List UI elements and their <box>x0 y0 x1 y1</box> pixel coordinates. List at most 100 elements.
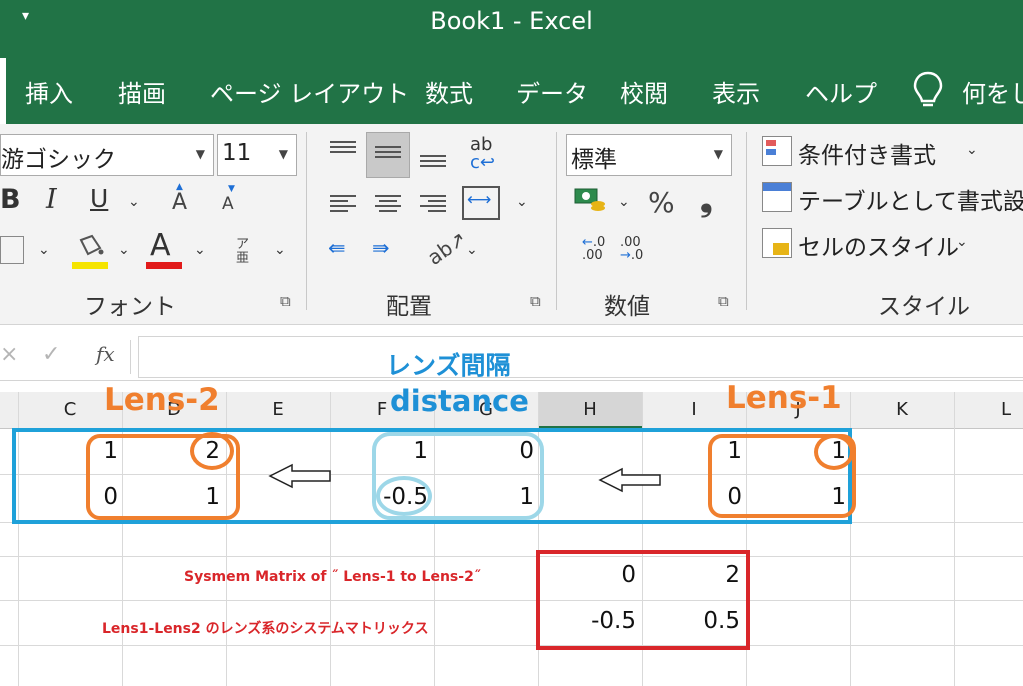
tab-page-layout[interactable]: ページ レイアウト <box>210 74 409 109</box>
decrease-decimal-button[interactable]: .00 →.0 <box>620 236 650 262</box>
grow-font-button[interactable]: A <box>172 190 187 215</box>
column-header-k[interactable]: K <box>850 392 954 428</box>
insert-function-button[interactable]: fx <box>96 342 115 366</box>
percent-style-button[interactable]: % <box>648 186 675 219</box>
dialog-launcher-icon[interactable]: ⧉ <box>280 292 291 310</box>
merge-center-icon[interactable]: ⟷ <box>462 186 500 220</box>
font-name-box[interactable]: 游ゴシック ▼ <box>0 134 214 176</box>
increase-indent-icon[interactable]: ⇛ <box>372 236 390 260</box>
column-header-l[interactable]: L <box>954 392 1023 428</box>
tab-draw[interactable]: 描画 <box>118 74 166 109</box>
cell-h-system-r2[interactable]: -0.5 <box>574 608 636 634</box>
number-format-box[interactable]: 標準 ▼ <box>566 134 732 176</box>
align-right-icon[interactable] <box>420 192 446 215</box>
format-as-table-button[interactable]: テーブルとして書式設 <box>798 182 1023 216</box>
cell-i-system-r1[interactable]: 2 <box>680 562 740 588</box>
cell-j-lens1-r2[interactable]: 1 <box>808 484 846 510</box>
chevron-down-icon[interactable]: ⌄ <box>194 242 206 258</box>
cell-i-lens1-r1[interactable]: 1 <box>706 438 742 464</box>
cell-g-distance-r1[interactable]: 0 <box>486 438 534 464</box>
chevron-down-icon[interactable]: ⌄ <box>466 242 478 258</box>
chevron-down-icon[interactable]: ⌄ <box>128 194 140 210</box>
font-size-box[interactable]: 11 ▼ <box>217 134 297 176</box>
chevron-down-icon[interactable]: ▼ <box>196 147 205 161</box>
underline-button[interactable]: U <box>90 184 108 213</box>
chevron-down-icon[interactable]: ▼ <box>279 147 288 161</box>
format-as-table-icon[interactable] <box>762 182 792 212</box>
cell-j-lens1-r1[interactable]: 1 <box>808 438 846 464</box>
chevron-down-icon[interactable]: ⌄ <box>274 242 286 258</box>
tab-view[interactable]: 表示 <box>712 74 760 109</box>
font-name-value: 游ゴシック <box>1 147 116 173</box>
decrease-indent-icon[interactable]: ⇚ <box>328 236 346 260</box>
grow-arrow-icon: ▲ <box>176 182 183 192</box>
font-color-swatch <box>146 262 182 269</box>
cell-f-distance-r2[interactable]: -0.5 <box>374 484 428 510</box>
tab-review[interactable]: 校閲 <box>620 74 668 109</box>
font-color-button[interactable]: A <box>150 228 171 263</box>
cell-h-system-r1[interactable]: 0 <box>574 562 636 588</box>
cell-d-lens2-r2[interactable]: 1 <box>186 484 220 510</box>
grid-line <box>954 392 955 686</box>
tab-data[interactable]: データ <box>516 74 588 109</box>
system-matrix-caption-jp: Lens1-Lens2 のレンズ系のシステムマトリックス <box>102 621 429 637</box>
tell-me-box[interactable]: 何をし <box>962 74 1023 109</box>
chevron-down-icon[interactable]: ⌄ <box>966 142 978 158</box>
grid-line <box>0 556 1023 557</box>
lens1-label: Lens-1 <box>726 380 842 416</box>
column-header-h[interactable]: H <box>538 392 642 428</box>
tab-insert[interactable]: 挿入 <box>25 74 73 109</box>
number-format-value: 標準 <box>571 147 617 173</box>
chevron-down-icon[interactable]: ⌄ <box>956 234 968 250</box>
tab-formulas[interactable]: 数式 <box>425 74 473 109</box>
cell-c-lens2-r2[interactable]: 0 <box>84 484 118 510</box>
align-center-icon[interactable] <box>375 192 401 215</box>
chevron-down-icon[interactable]: ⌄ <box>516 194 528 210</box>
align-left-icon[interactable] <box>330 192 356 215</box>
group-separator <box>746 132 747 310</box>
formula-input[interactable] <box>138 336 1023 378</box>
cell-d-lens2-r1[interactable]: 2 <box>186 438 220 464</box>
dialog-launcher-icon[interactable]: ⧉ <box>530 292 541 310</box>
grid-line <box>0 600 1023 601</box>
shrink-font-button[interactable]: A <box>222 194 234 214</box>
enter-icon[interactable]: ✓ <box>42 342 60 367</box>
lightbulb-icon[interactable] <box>912 70 944 110</box>
phonetic-button[interactable]: ア亜 <box>236 238 252 266</box>
group-separator <box>556 132 557 310</box>
cancel-icon[interactable]: × <box>0 342 18 367</box>
system-matrix-caption-en: Sysmem Matrix of ˝ Lens-1 to Lens-2˝ <box>184 569 481 585</box>
grid-line <box>0 645 1023 646</box>
distance-label-jp: レンズ間隔 <box>386 351 511 380</box>
chevron-down-icon[interactable]: ⌄ <box>118 242 130 258</box>
group-separator <box>306 132 307 310</box>
group-label-number: 数値 <box>604 294 650 320</box>
tab-help[interactable]: ヘルプ <box>805 74 877 109</box>
increase-decimal-button[interactable]: ←.0.00 <box>582 236 606 262</box>
fill-color-icon[interactable] <box>72 232 108 270</box>
dialog-launcher-icon[interactable]: ⧉ <box>718 292 729 310</box>
conditional-format-icon[interactable] <box>762 136 792 166</box>
cell-styles-icon[interactable] <box>762 228 792 258</box>
wrap-arrow-icon: c↩ <box>470 152 495 173</box>
chevron-down-icon[interactable]: ▼ <box>714 147 723 161</box>
cell-styles-button[interactable]: セルのスタイル <box>798 228 959 262</box>
bold-button[interactable]: B <box>0 184 21 215</box>
cell-c-lens2-r1[interactable]: 1 <box>84 438 118 464</box>
chevron-down-icon[interactable]: ⌄ <box>618 194 630 210</box>
chevron-down-icon[interactable]: ⌄ <box>38 242 50 258</box>
cell-g-distance-r2[interactable]: 1 <box>486 484 534 510</box>
accounting-format-icon[interactable] <box>574 186 606 214</box>
cell-i-lens1-r2[interactable]: 0 <box>706 484 742 510</box>
cell-i-system-r2[interactable]: 0.5 <box>680 608 740 634</box>
borders-icon[interactable] <box>0 236 24 264</box>
align-top-icon[interactable] <box>330 138 356 156</box>
italic-button[interactable]: I <box>46 184 57 215</box>
cell-f-distance-r1[interactable]: 1 <box>380 438 428 464</box>
comma-style-button[interactable]: ❟ <box>700 180 713 219</box>
align-middle-button[interactable] <box>366 132 410 178</box>
column-header-e[interactable]: E <box>226 392 330 428</box>
align-bottom-icon[interactable] <box>420 152 446 170</box>
font-size-value: 11 <box>222 140 252 166</box>
conditional-format-button[interactable]: 条件付き書式 <box>798 136 936 170</box>
